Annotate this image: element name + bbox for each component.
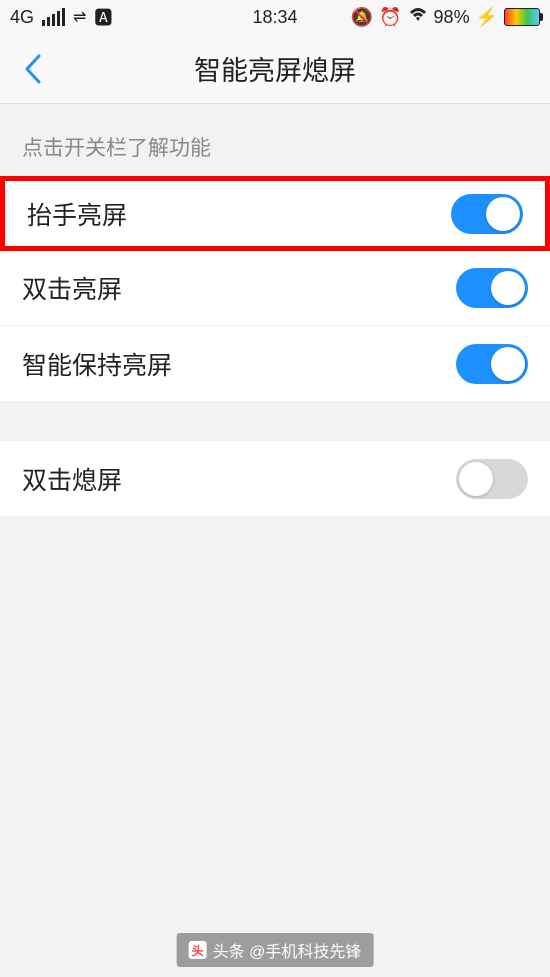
- watermark-icon: 头: [189, 941, 207, 959]
- setting-label: 双击亮屏: [22, 270, 456, 306]
- alarm-icon: ⏰: [379, 7, 401, 28]
- setting-raise-to-wake[interactable]: 抬手亮屏: [0, 176, 550, 251]
- watermark-text: 头条 @手机科技先锋: [213, 938, 362, 962]
- settings-group-1: 抬手亮屏 双击亮屏 智能保持亮屏: [0, 176, 550, 401]
- toggle-double-tap-wake[interactable]: [456, 268, 528, 308]
- accessibility-icon: 🅰: [94, 4, 112, 30]
- watermark: 头 头条 @手机科技先锋: [177, 933, 374, 967]
- charging-icon: ⚡: [476, 7, 498, 28]
- page-title: 智能亮屏熄屏: [194, 49, 356, 88]
- network-type: 4G: [10, 7, 34, 28]
- usb-icon: ⇌: [73, 7, 86, 27]
- wifi-icon: [408, 7, 428, 28]
- settings-group-2: 双击熄屏: [0, 441, 550, 516]
- toggle-raise-to-wake[interactable]: [451, 194, 523, 234]
- setting-label: 抬手亮屏: [27, 196, 451, 232]
- toggle-double-tap-off[interactable]: [456, 459, 528, 499]
- battery-icon: [504, 8, 540, 26]
- clock: 18:34: [252, 7, 297, 28]
- signal-icon: [42, 8, 65, 26]
- nav-header: 智能亮屏熄屏: [0, 34, 550, 104]
- setting-double-tap-off[interactable]: 双击熄屏: [0, 441, 550, 516]
- toggle-smart-keep-on[interactable]: [456, 344, 528, 384]
- mute-icon: 🔕: [351, 7, 373, 28]
- battery-percent: 98%: [434, 7, 470, 28]
- setting-label: 双击熄屏: [22, 461, 456, 497]
- setting-double-tap-wake[interactable]: 双击亮屏: [0, 251, 550, 326]
- setting-label: 智能保持亮屏: [22, 346, 456, 382]
- back-button[interactable]: [18, 54, 48, 84]
- setting-smart-keep-on[interactable]: 智能保持亮屏: [0, 326, 550, 401]
- status-bar: 4G ⇌ 🅰 18:34 🔕 ⏰ 98% ⚡: [0, 0, 550, 34]
- section-hint: 点击开关栏了解功能: [0, 104, 550, 176]
